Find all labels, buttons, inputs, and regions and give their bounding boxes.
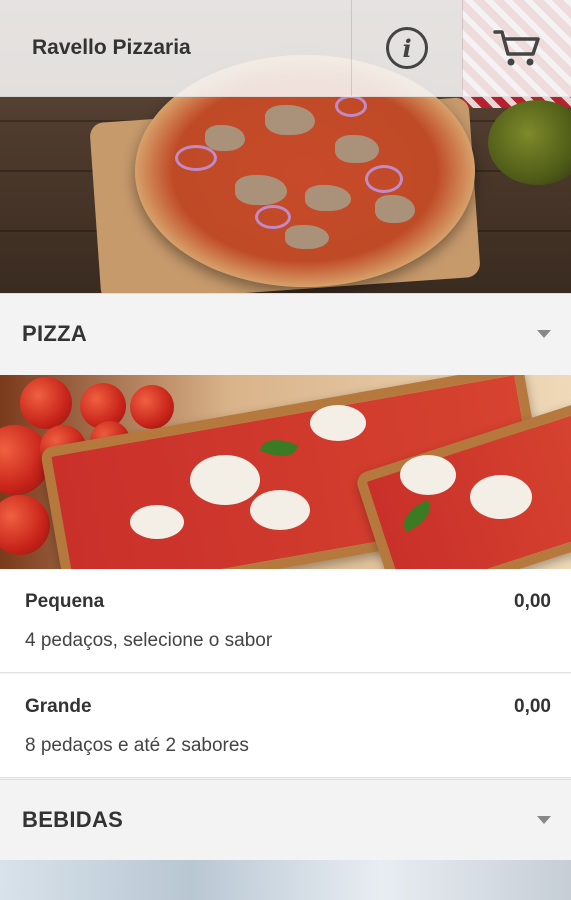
drinks-category-image bbox=[0, 860, 571, 900]
menu-item-pequena[interactable]: Pequena 0,00 4 pedaços, selecione o sabo… bbox=[0, 569, 571, 673]
section-title: BEBIDAS bbox=[22, 806, 124, 832]
chevron-down-icon bbox=[537, 329, 551, 338]
item-description: 8 pedaços e até 2 sabores bbox=[25, 735, 249, 756]
section-header-pizza[interactable]: PIZZA bbox=[0, 293, 571, 373]
item-description: 4 pedaços, selecione o sabor bbox=[25, 630, 273, 651]
item-price: 0,00 bbox=[514, 591, 551, 612]
pizza-category-image bbox=[0, 375, 571, 569]
chevron-down-icon bbox=[537, 815, 551, 824]
info-icon: i bbox=[386, 27, 428, 69]
item-price: 0,00 bbox=[514, 696, 551, 717]
cart-icon bbox=[493, 30, 540, 66]
app-title: Ravello Pizzaria bbox=[32, 36, 191, 59]
menu-item-grande[interactable]: Grande 0,00 8 pedaços e até 2 sabores bbox=[0, 674, 571, 778]
item-name: Grande bbox=[25, 696, 92, 717]
app-bar: Ravello Pizzaria i bbox=[0, 0, 571, 97]
cart-button[interactable] bbox=[462, 0, 571, 96]
section-header-bebidas[interactable]: BEBIDAS bbox=[0, 779, 571, 859]
section-title: PIZZA bbox=[22, 320, 88, 346]
info-button[interactable]: i bbox=[351, 0, 462, 96]
item-name: Pequena bbox=[25, 591, 105, 612]
